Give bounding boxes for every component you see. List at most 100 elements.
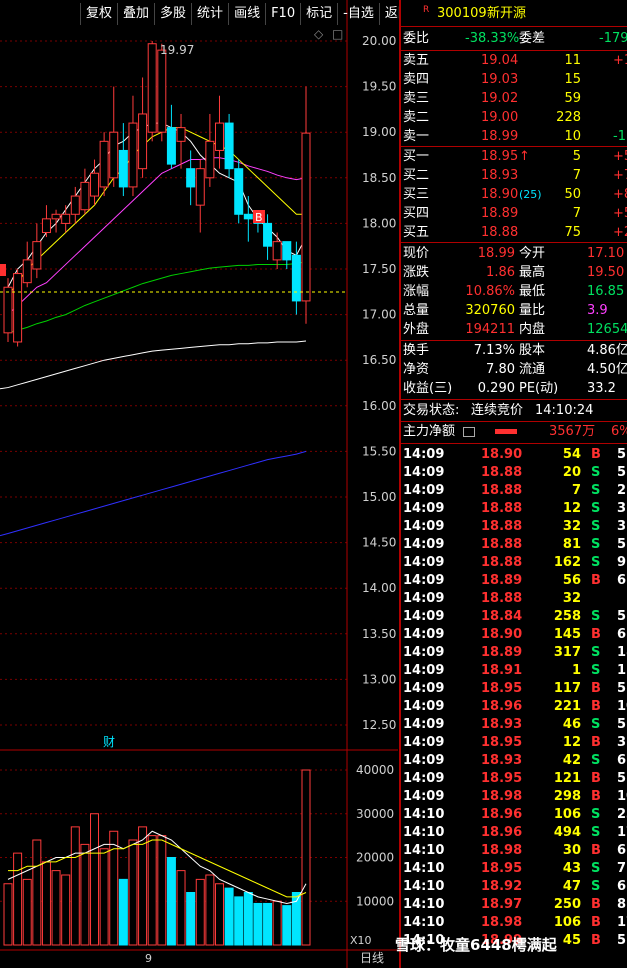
tick-time: 14:09 <box>403 645 445 660</box>
tick-volume: 56 <box>562 573 581 588</box>
tick-row[interactable]: 14:09 18.95 121 B 5 <box>401 770 627 788</box>
kline-chart[interactable]: 20.00 19.50 19.00 18.50 18.00 17.50 17.00 16.50… <box>0 0 398 968</box>
tick-count: 18 <box>617 645 627 660</box>
toolbar-btn-1[interactable]: 叠加 <box>117 3 154 25</box>
tick-row[interactable]: 14:10 18.96 494 S 17 <box>401 824 627 842</box>
tick-row[interactable]: 14:09 18.98 298 B 10 <box>401 788 627 806</box>
tick-time: 14:09 <box>403 663 445 678</box>
tick-time: 14:09 <box>403 537 445 552</box>
toolbar-btn-6[interactable]: 标记 <box>300 3 337 25</box>
volume-bar <box>176 870 186 946</box>
tick-count: 7 <box>617 861 627 876</box>
tick-row[interactable]: 14:09 18.88 32 <box>401 590 627 608</box>
tick-row[interactable]: 14:09 18.90 54 B 5 <box>401 446 627 464</box>
tick-price: 18.88 <box>481 519 523 534</box>
book-row[interactable]: 卖三 19.02 59 <box>401 90 627 108</box>
book-row[interactable]: 卖二 19.00 228 <box>401 109 627 127</box>
toolbar-btn-0[interactable]: 复权 <box>80 3 117 25</box>
candle-body <box>234 168 244 215</box>
tick-row[interactable]: 14:10 18.95 43 S 7 <box>401 860 627 878</box>
tick-row[interactable]: 14:10 18.98 30 B 6 <box>401 842 627 860</box>
tick-time: 14:09 <box>403 771 445 786</box>
book-row[interactable]: 卖四 19.03 15 <box>401 71 627 89</box>
tick-row[interactable]: 14:10 18.97 250 B 8 <box>401 896 627 914</box>
tick-count: 3 <box>617 501 627 516</box>
tick-row[interactable]: 14:09 18.95 12 B 3 <box>401 734 627 752</box>
book-volume: 7 <box>572 168 581 183</box>
finance-marker[interactable]: 财 <box>103 735 115 749</box>
candle-body <box>70 195 80 215</box>
tick-row[interactable]: 14:09 18.89 317 S 18 <box>401 644 627 662</box>
tick-volume: 12 <box>562 501 581 516</box>
tick-row[interactable]: 14:09 18.88 162 S 9 <box>401 554 627 572</box>
tick-row[interactable]: 14:09 18.88 32 S 3 <box>401 518 627 536</box>
stat-row: 净资 7.80 流通 4.50亿 <box>401 361 627 379</box>
tick-row[interactable]: 14:09 18.88 7 S 2 <box>401 482 627 500</box>
book-row[interactable]: 买五 18.88 75 +22 <box>401 224 627 242</box>
tick-row[interactable]: 14:09 18.96 221 B 10 <box>401 698 627 716</box>
candle-body <box>13 273 23 343</box>
toolbar-btn-3[interactable]: 统计 <box>191 3 228 25</box>
book-row[interactable]: 卖一 18.99 10 -1 <box>401 128 627 146</box>
book-label: 买二 <box>403 168 430 183</box>
book-change: +1 <box>613 53 627 68</box>
tick-volume: 250 <box>553 897 581 912</box>
book-price: 18.90 <box>481 187 519 202</box>
tick-count: 5 <box>617 447 627 462</box>
tick-volume: 30 <box>562 843 581 858</box>
tick-time: 14:09 <box>403 753 445 768</box>
tick-row[interactable]: 14:09 18.88 81 S 5 <box>401 536 627 554</box>
tick-side: S <box>591 555 601 570</box>
toolbar-btn-4[interactable]: 画线 <box>228 3 265 25</box>
buy-marker-label: B <box>255 211 263 224</box>
ma60-line <box>7 261 307 334</box>
toolbar-btn-2[interactable]: 多股 <box>154 3 191 25</box>
book-label: 买四 <box>403 206 430 221</box>
tick-price: 18.88 <box>481 483 523 498</box>
book-row[interactable]: 买三 18.90(25) 50 +8 <box>401 186 627 204</box>
list-icon[interactable] <box>463 427 475 437</box>
tick-row[interactable]: 14:09 18.91 1 S 1 <box>401 662 627 680</box>
tick-row[interactable]: 14:09 18.89 56 B 6 <box>401 572 627 590</box>
period-label[interactable]: 日线 <box>360 951 384 965</box>
square-icon[interactable]: □ <box>332 27 343 41</box>
book-volume: 7 <box>572 206 581 221</box>
book-change: +7 <box>613 168 627 183</box>
tick-price: 18.88 <box>481 537 523 552</box>
tick-volume: 42 <box>562 753 581 768</box>
tick-row[interactable]: 14:09 18.93 42 S 6 <box>401 752 627 770</box>
tick-row[interactable]: 14:10 18.92 47 S 6 <box>401 878 627 896</box>
tick-row[interactable]: 14:09 18.93 46 S 5 <box>401 716 627 734</box>
tick-row[interactable]: 14:09 18.88 20 S 5 <box>401 464 627 482</box>
book-extra: (25) <box>519 188 542 201</box>
candle-body <box>80 181 90 211</box>
tick-row[interactable]: 14:09 18.84 258 S 5 <box>401 608 627 626</box>
book-row[interactable]: 买四 18.89 7 +5 <box>401 205 627 223</box>
book-row[interactable]: 买二 18.93 7 +7 <box>401 167 627 185</box>
tick-time: 14:09 <box>403 501 445 516</box>
tick-row[interactable]: 14:09 18.88 12 S 3 <box>401 500 627 518</box>
book-price: 19.02 <box>481 91 519 106</box>
price-tick: 19.00 <box>362 125 396 139</box>
tick-row[interactable]: 14:10 18.98 106 B 17 <box>401 914 627 932</box>
book-row[interactable]: 卖五 19.04 11 +1 <box>401 52 627 70</box>
stat-label: 今开 <box>519 246 546 261</box>
buy-marker-left[interactable] <box>0 264 6 276</box>
tick-row[interactable]: 14:10 18.96 106 S 23 <box>401 806 627 824</box>
stat-label: 总量 <box>403 303 430 318</box>
tick-price: 18.96 <box>481 699 523 714</box>
book-row[interactable]: 买一 18.95↑ 5 +5 <box>401 148 627 166</box>
toolbar-btn-5[interactable]: F10 <box>265 3 300 25</box>
diamond-icon[interactable]: ◇ <box>314 27 324 41</box>
candle-body <box>195 168 205 206</box>
stat-label: 涨幅 <box>403 284 430 299</box>
main-flow[interactable]: 主力净额 3567万 6% <box>401 423 627 441</box>
tick-row[interactable]: 14:09 18.95 117 B 5 <box>401 680 627 698</box>
stat-value: 18.99 <box>477 246 515 261</box>
volume-bar <box>157 835 167 946</box>
book-change: +5 <box>613 149 627 164</box>
tick-count: 6 <box>617 627 627 642</box>
toolbar-btn-7[interactable]: -自选 <box>337 3 379 25</box>
tick-row[interactable]: 14:09 18.90 145 B 6 <box>401 626 627 644</box>
stat-value: 7.13% <box>473 343 515 358</box>
